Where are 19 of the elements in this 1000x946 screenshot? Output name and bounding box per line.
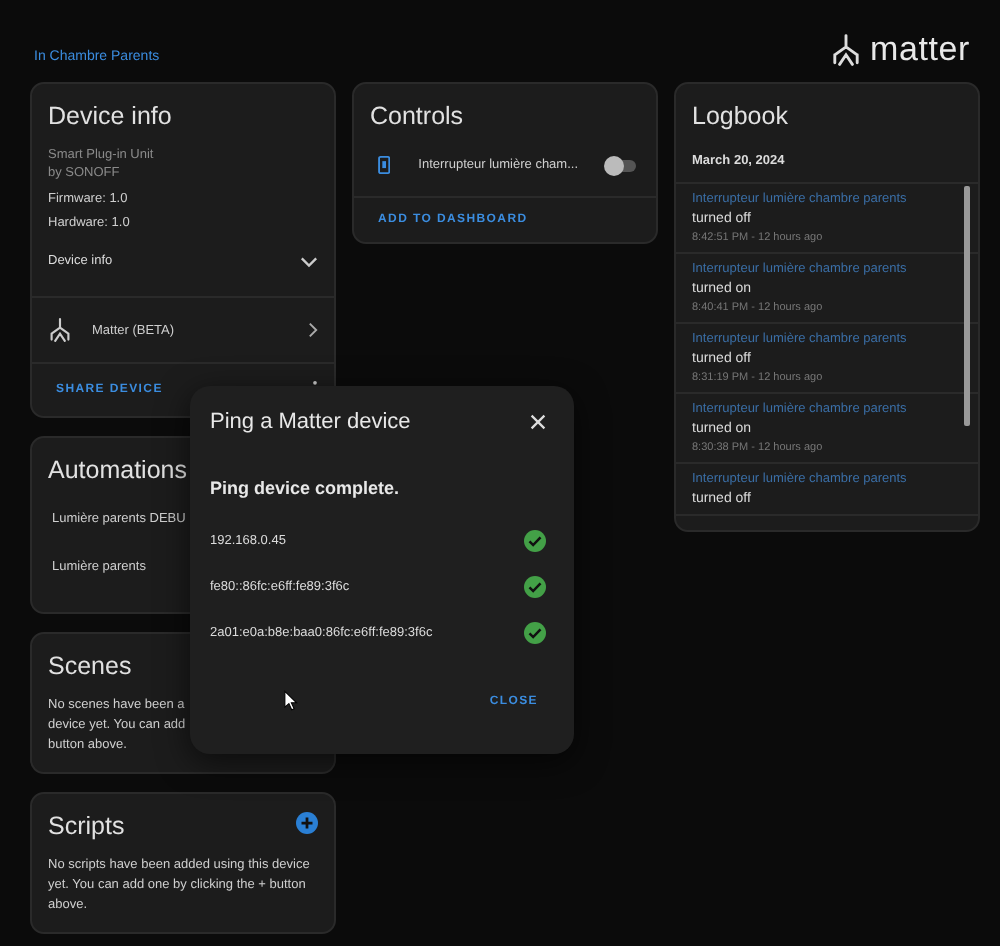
card-title: Automations — [48, 456, 189, 484]
dialog-message: Ping device complete. — [210, 478, 402, 498]
switch-icon — [378, 154, 391, 176]
matter-icon — [48, 318, 72, 342]
card-title: Scenes — [48, 652, 134, 680]
scrollbar[interactable] — [964, 186, 970, 426]
matter-logo-icon — [830, 34, 863, 66]
card-title: Logbook — [692, 102, 790, 130]
close-icon[interactable] — [530, 414, 546, 430]
mouse-cursor-icon — [284, 690, 298, 712]
brand-name: matter — [870, 30, 970, 70]
card-title: Device info — [48, 102, 174, 130]
dialog-title: Ping a Matter device — [210, 410, 411, 434]
chevron-icon — [300, 255, 318, 267]
card-title: Controls — [370, 102, 466, 130]
chevron-right-icon — [308, 322, 318, 338]
toggle-switch[interactable] — [606, 159, 636, 171]
card-title: Scripts — [48, 812, 125, 840]
add-icon[interactable] — [296, 812, 318, 834]
